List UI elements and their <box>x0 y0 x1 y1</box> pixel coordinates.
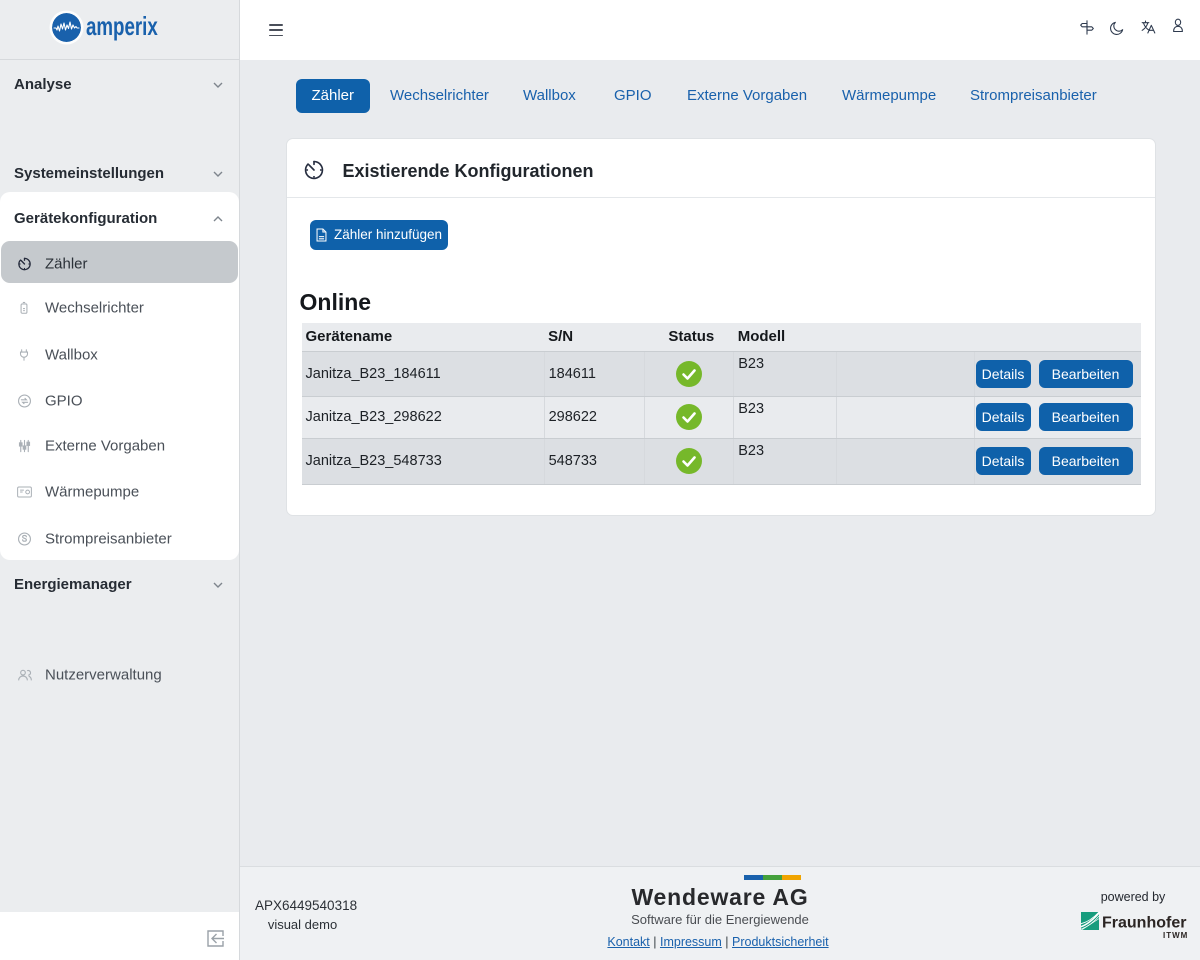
svg-text:ITWM: ITWM <box>1163 931 1188 940</box>
svg-text:Fraunhofer: Fraunhofer <box>1102 915 1186 932</box>
